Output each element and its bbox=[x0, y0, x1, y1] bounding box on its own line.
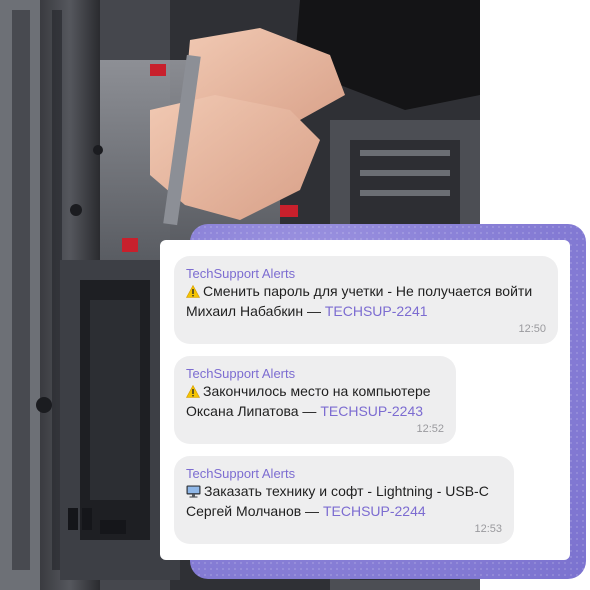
message-author-line: Оксана Липатова — TECHSUP-2243 bbox=[186, 402, 444, 420]
message-text: Закончилось место на компьютере bbox=[203, 383, 431, 399]
message-text-line: Закончилось место на компьютере bbox=[185, 382, 444, 402]
message-bubble[interactable]: TechSupport Alerts Закончилось место на … bbox=[174, 356, 456, 444]
message-sender: TechSupport Alerts bbox=[186, 366, 296, 381]
message-author: Оксана Липатова — bbox=[186, 403, 317, 419]
message-text-line: Сменить пароль для учетки - Не получаетс… bbox=[185, 282, 546, 302]
message-text: Сменить пароль для учетки - Не получаетс… bbox=[203, 283, 533, 299]
ticket-link[interactable]: TECHSUP-2243 bbox=[320, 403, 423, 419]
message-author-line: Михаил Набабкин — TECHSUP-2241 bbox=[186, 302, 546, 320]
ticket-link[interactable]: TECHSUP-2241 bbox=[325, 303, 428, 319]
message-text: Заказать технику и софт - Lightning - US… bbox=[204, 483, 489, 499]
message-sender: TechSupport Alerts bbox=[186, 466, 296, 481]
message-sender: TechSupport Alerts bbox=[186, 266, 296, 281]
message-author-line: Сергей Молчанов — TECHSUP-2244 bbox=[186, 502, 502, 520]
ticket-link[interactable]: TECHSUP-2244 bbox=[323, 503, 426, 519]
message-bubble[interactable]: TechSupport Alerts Заказать технику и со… bbox=[174, 456, 514, 544]
desktop-computer-icon bbox=[186, 484, 201, 502]
warning-icon bbox=[185, 384, 201, 402]
message-author: Михаил Набабкин — bbox=[186, 303, 321, 319]
message-time: 12:50 bbox=[518, 323, 546, 335]
message-time: 12:53 bbox=[474, 523, 502, 535]
message-text-line: Заказать технику и софт - Lightning - US… bbox=[186, 482, 502, 502]
message-bubble[interactable]: TechSupport Alerts Сменить пароль для уч… bbox=[174, 256, 558, 344]
message-author: Сергей Молчанов — bbox=[186, 503, 320, 519]
warning-icon bbox=[185, 284, 201, 302]
message-time: 12:52 bbox=[416, 423, 444, 435]
